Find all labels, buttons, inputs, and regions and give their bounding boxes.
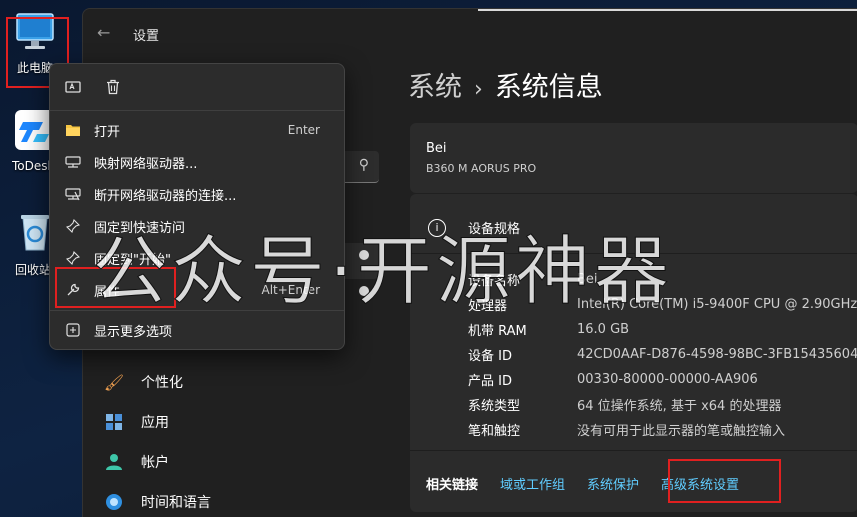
- spec-row: 笔和触控 没有可用于此显示器的笔或触控输入: [468, 418, 785, 440]
- spec-row: 系统类型 64 位操作系统, 基于 x64 的处理器: [468, 393, 781, 415]
- spec-value: Bei: [577, 271, 598, 287]
- device-model: B360 M AORUS PRO: [426, 162, 537, 175]
- device-specs-heading: 设备规格: [468, 222, 521, 237]
- nav-item-time-language[interactable]: 时间和语言: [103, 486, 211, 517]
- device-card: Bei B360 M AORUS PRO: [410, 123, 857, 193]
- spec-row: 机带 RAM 16.0 GB: [468, 318, 629, 340]
- spec-value: 42CD0AAF-D876-4598-98BC-3FB154356047: [577, 346, 857, 362]
- breadcrumb-parent[interactable]: 系统: [408, 72, 462, 103]
- wrench-icon: [62, 280, 84, 300]
- device-specs-card: i 设备规格 设备名称 Bei 处理器 Intel(R) Core(TM) i5…: [410, 194, 857, 512]
- pin-icon: [62, 216, 84, 236]
- disconnect-drive-icon: [62, 184, 84, 204]
- menu-item-pin-start[interactable]: 固定到"开始": [60, 244, 336, 272]
- spec-key: 机带 RAM: [468, 323, 527, 339]
- nav-indicator-dot: [359, 286, 369, 296]
- apps-icon: [103, 411, 125, 433]
- spec-row: 产品 ID 00330-80000-00000-AA906: [468, 368, 758, 390]
- menu-item-label: 映射网络驱动器...: [94, 156, 198, 172]
- spec-value: 16.0 GB: [577, 321, 630, 337]
- link-domain-workgroup[interactable]: 域或工作组: [500, 474, 565, 493]
- folder-icon: [62, 120, 84, 140]
- related-links: 相关链接 域或工作组 系统保护 高级系统设置: [426, 472, 761, 494]
- menu-item-show-more-options[interactable]: 显示更多选项: [60, 316, 336, 344]
- spec-row: 设备 ID 42CD0AAF-D876-4598-98BC-3FB1543560…: [468, 343, 857, 365]
- menu-shortcut: Enter: [287, 123, 320, 137]
- nav-item-accounts[interactable]: 帐户: [103, 446, 169, 478]
- spec-value: Intel(R) Core(TM) i5-9400F CPU @ 2.90GHz: [577, 296, 857, 312]
- info-icon: i: [428, 218, 446, 237]
- context-menu-quick-actions: [50, 64, 344, 110]
- menu-separator: [50, 110, 344, 111]
- spec-key: 处理器: [468, 298, 508, 314]
- title-bar: ← 设置: [83, 9, 857, 55]
- device-specs-header[interactable]: i 设备规格: [428, 218, 520, 237]
- pin-icon: [62, 248, 84, 268]
- nav-indicator-dot: [359, 250, 369, 260]
- globe-clock-icon: [103, 491, 125, 513]
- spec-value: 64 位操作系统, 基于 x64 的处理器: [577, 398, 782, 414]
- nav-item-label: 时间和语言: [141, 495, 211, 511]
- rename-icon[interactable]: [62, 76, 84, 98]
- menu-item-label: 固定到"开始": [94, 252, 171, 268]
- nav-item-label: 应用: [141, 415, 169, 431]
- spec-key: 笔和触控: [468, 423, 521, 439]
- map-drive-icon: [62, 152, 84, 172]
- link-advanced-system-settings[interactable]: 高级系统设置: [661, 474, 739, 493]
- spec-key: 产品 ID: [468, 373, 512, 389]
- menu-shortcut: Alt+Enter: [261, 283, 320, 297]
- account-icon: [103, 451, 125, 473]
- delete-icon[interactable]: [102, 76, 124, 98]
- search-icon[interactable]: ⚲: [359, 157, 369, 173]
- breadcrumb: 系统 › 系统信息: [408, 65, 603, 104]
- app-title: 设置: [133, 29, 160, 44]
- link-system-protection[interactable]: 系统保护: [587, 474, 639, 493]
- menu-item-disconnect-network-drive[interactable]: 断开网络驱动器的连接...: [60, 180, 336, 208]
- context-menu: 打开 Enter 映射网络驱动器... 断开网络驱动器的连接... 固定到快速访…: [49, 63, 345, 350]
- menu-item-label: 显示更多选项: [94, 324, 173, 340]
- nav-item-apps[interactable]: 应用: [103, 406, 169, 438]
- spec-value: 00330-80000-00000-AA906: [577, 371, 758, 387]
- menu-item-properties[interactable]: 属性 Alt+Enter: [60, 276, 336, 304]
- spec-row: 设备名称 Bei: [468, 268, 598, 290]
- menu-item-label: 属性: [94, 284, 121, 300]
- nav-item-label: 帐户: [141, 455, 169, 471]
- brush-icon: 🖌: [103, 372, 125, 392]
- menu-item-map-network-drive[interactable]: 映射网络驱动器...: [60, 148, 336, 176]
- menu-item-pin-quick-access[interactable]: 固定到快速访问: [60, 212, 336, 240]
- nav-item-personalization[interactable]: 🖌 个性化: [103, 366, 183, 398]
- spec-key: 设备 ID: [468, 348, 512, 364]
- spec-row: 处理器 Intel(R) Core(TM) i5-9400F CPU @ 2.9…: [468, 293, 857, 315]
- menu-item-label: 打开: [94, 124, 121, 140]
- menu-separator: [50, 310, 344, 311]
- menu-item-label: 固定到快速访问: [94, 220, 186, 236]
- divider: [410, 253, 857, 254]
- breadcrumb-separator: ›: [474, 77, 483, 102]
- spec-value: 没有可用于此显示器的笔或触控输入: [577, 423, 786, 439]
- menu-item-open[interactable]: 打开 Enter: [60, 116, 336, 144]
- computer-icon: [16, 13, 54, 49]
- device-name: Bei: [426, 141, 447, 156]
- page-title: 系统信息: [494, 72, 603, 103]
- nav-item-label: 个性化: [141, 375, 183, 391]
- more-options-icon: [62, 320, 84, 340]
- back-arrow-icon[interactable]: ←: [97, 23, 110, 42]
- related-links-label: 相关链接: [426, 477, 479, 493]
- spec-key: 设备名称: [468, 273, 521, 289]
- menu-item-label: 断开网络驱动器的连接...: [94, 188, 237, 204]
- divider: [410, 450, 857, 451]
- spec-key: 系统类型: [468, 398, 521, 414]
